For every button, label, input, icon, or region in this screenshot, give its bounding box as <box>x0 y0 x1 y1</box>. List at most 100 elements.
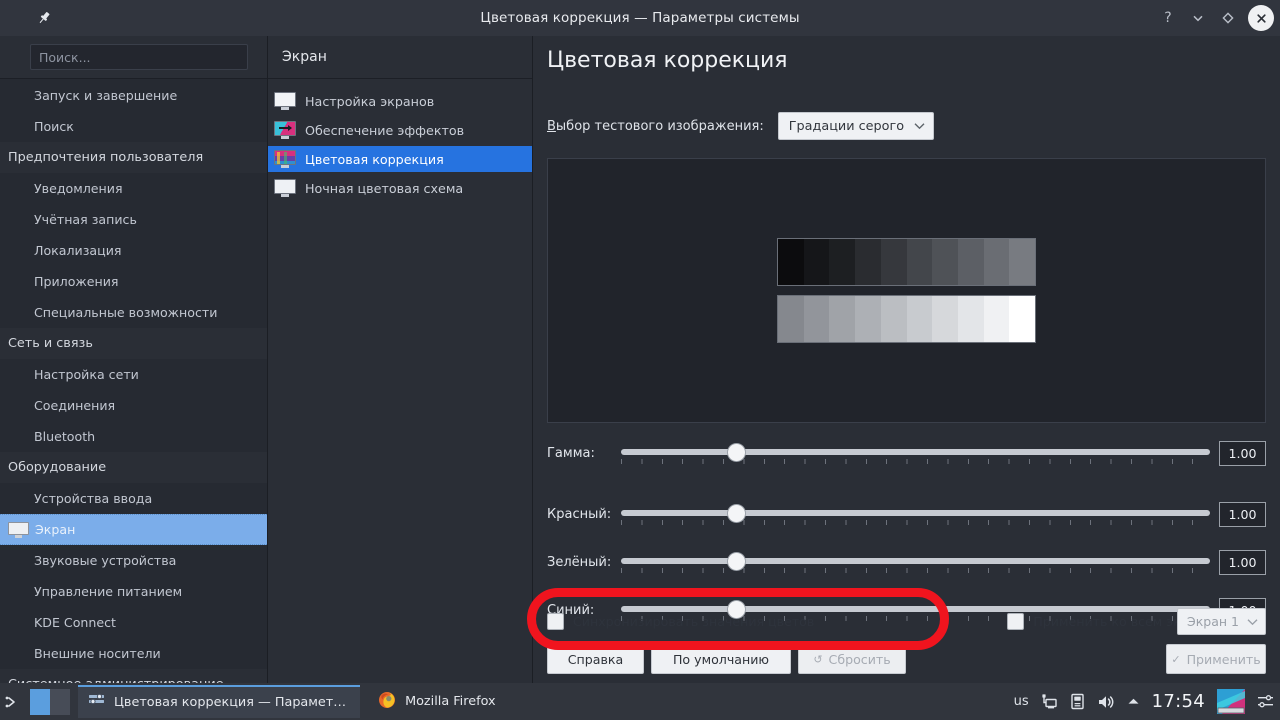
ramp-light-step-7 <box>957 296 984 342</box>
sidebar-item-11[interactable]: Bluetooth <box>0 421 267 452</box>
sidebar-item-10[interactable]: Соединения <box>0 390 267 421</box>
pin-icon[interactable] <box>26 0 62 36</box>
slider-value-2[interactable]: 1.00 <box>1219 549 1266 575</box>
network-icon[interactable] <box>1041 693 1058 710</box>
sidebar-item-9[interactable]: Настройка сети <box>0 359 267 390</box>
slider-value-0[interactable]: 1.00 <box>1219 440 1266 466</box>
button-1[interactable]: По умолчанию <box>651 644 791 674</box>
ramp-light-step-1 <box>803 296 830 342</box>
taskbar-task-firefox[interactable]: Mozilla Firefox <box>368 685 510 718</box>
desktop-pager[interactable] <box>30 688 70 715</box>
sidebar-item-6[interactable]: Приложения <box>0 266 267 297</box>
clock[interactable]: 17:54 <box>1152 691 1205 712</box>
module-item-1[interactable]: Обеспечение эффектов <box>268 117 532 143</box>
sidebar-category-header: Предпочтения пользователя <box>0 142 267 173</box>
ramp-dark-step-5 <box>906 239 933 285</box>
module-item-label: Цветовая коррекция <box>305 151 444 167</box>
test-image-row: Выбор тестового изображения: Градации се… <box>547 112 935 140</box>
volume-icon[interactable] <box>1097 694 1115 710</box>
sidebar-item-7[interactable]: Специальные возможности <box>0 297 267 328</box>
help-button[interactable]: ? <box>1154 4 1182 32</box>
check-icon: ✓ <box>1171 652 1181 666</box>
sidebar-item-label: Настройка сети <box>34 367 139 382</box>
tray-expand-icon[interactable] <box>1127 697 1140 706</box>
slider-row-2: Зелёный: 1.00 <box>547 549 1266 575</box>
slider-ticks <box>621 520 1210 525</box>
slider-1[interactable] <box>621 501 1210 527</box>
usb-device-icon[interactable] <box>1070 693 1085 710</box>
slider-handle[interactable] <box>727 444 745 461</box>
firefox-icon <box>378 691 396 713</box>
slider-0[interactable] <box>621 440 1210 466</box>
ramp-dark-step-4 <box>880 239 907 285</box>
ramp-dark-step-0 <box>778 239 804 285</box>
kde-launcher-icon[interactable] <box>0 683 26 720</box>
slider-label-0: Гамма: <box>547 445 595 461</box>
close-icon[interactable] <box>1248 5 1274 31</box>
sidebar-item-label: Запуск и завершение <box>34 88 178 103</box>
sidebar-item-13[interactable]: Устройства ввода <box>0 483 267 514</box>
sidebar-item-17[interactable]: KDE Connect <box>0 607 267 638</box>
test-image-label: Выбор тестового изображения: <box>547 119 764 134</box>
module-item-label: Обеспечение эффектов <box>305 122 465 138</box>
sidebar-item-0[interactable]: Запуск и завершение <box>0 80 267 111</box>
button-label: По умолчанию <box>672 651 770 667</box>
taskbar-task-settings[interactable]: Цветовая коррекция — Парамет… <box>78 685 361 718</box>
page-title: Цветовая коррекция <box>547 48 788 73</box>
sidebar-item-4[interactable]: Учётная запись <box>0 204 267 235</box>
reset-icon: ↺ <box>813 652 823 666</box>
slider-2[interactable] <box>621 549 1210 575</box>
slider-label-2: Зелёный: <box>547 554 612 570</box>
test-image-combobox-value: Градации серого <box>788 118 905 134</box>
test-image-label-accel: В <box>547 118 556 134</box>
sidebar-item-label: Поиск <box>34 119 74 134</box>
search-input[interactable] <box>30 44 248 70</box>
module-item-0[interactable]: Настройка экранов <box>268 88 532 114</box>
color-preview-icon[interactable] <box>1217 689 1245 714</box>
sidebar-item-label: Внешние носители <box>34 646 161 661</box>
screen-selector-combobox[interactable]: Экран 1 <box>1177 608 1266 635</box>
sidebar-item-18[interactable]: Внешние носители <box>0 638 267 669</box>
module-item-label: Настройка экранов <box>305 93 435 109</box>
sidebar-item-16[interactable]: Управление питанием <box>0 576 267 607</box>
module-item-2[interactable]: Цветовая коррекция <box>268 146 532 172</box>
slider-handle[interactable] <box>727 553 745 570</box>
all-screens-checkbox[interactable] <box>1007 612 1025 630</box>
pager-desktop-2[interactable] <box>50 688 70 715</box>
sidebar-item-label: Bluetooth <box>34 429 96 444</box>
sidebar-item-1[interactable]: Поиск <box>0 111 267 142</box>
grayscale-ramp-light <box>777 295 1036 343</box>
sidebar-item-3[interactable]: Уведомления <box>0 173 267 204</box>
monitor-icon <box>8 521 29 538</box>
ramp-light-step-3 <box>855 296 881 342</box>
sidebar-item-label: Соединения <box>34 398 116 413</box>
keyboard-layout-indicator[interactable]: us <box>1014 694 1029 709</box>
taskbar-task-label: Цветовая коррекция — Парамет… <box>114 695 347 710</box>
slider-value-1[interactable]: 1.00 <box>1219 501 1266 527</box>
test-image-label-rest: ыбор тестового изображения: <box>555 118 764 134</box>
sidebar-item-5[interactable]: Локализация <box>0 235 267 266</box>
slider-groove <box>621 558 1210 564</box>
monitor-icon <box>274 91 296 111</box>
button-0[interactable]: Справка <box>547 644 644 674</box>
ramp-light-step-4 <box>880 296 907 342</box>
sidebar: Запуск и завершение Поиск Предпочтения пол… <box>0 36 268 683</box>
module-item-3[interactable]: Ночная цветовая схема <box>268 175 532 201</box>
sidebar-list: Запуск и завершение Поиск Предпочтения пол… <box>0 80 267 683</box>
ramp-dark-step-2 <box>829 239 856 285</box>
ramp-light-step-2 <box>829 296 856 342</box>
sidebar-item-14[interactable]: Экран <box>0 514 267 545</box>
sidebar-item-label: Локализация <box>34 243 122 258</box>
slider-handle[interactable] <box>727 505 745 522</box>
sidebar-category-label: Оборудование <box>8 460 107 475</box>
pager-desktop-1[interactable] <box>30 688 50 715</box>
maximize-diamond-icon[interactable] <box>1214 4 1242 32</box>
chevron-down-icon[interactable] <box>1184 4 1212 32</box>
module-panel-header: Экран <box>268 36 532 79</box>
sidebar-item-15[interactable]: Звуковые устройства <box>0 545 267 576</box>
test-image-combobox[interactable]: Градации серого <box>777 112 935 140</box>
sync-colors-checkbox[interactable] <box>547 612 564 630</box>
audio-sliders-icon[interactable] <box>1257 693 1274 710</box>
button-label: Справка <box>567 651 624 667</box>
module-panel: Экран Настройка экранов Обеспечение эффек… <box>268 36 533 683</box>
